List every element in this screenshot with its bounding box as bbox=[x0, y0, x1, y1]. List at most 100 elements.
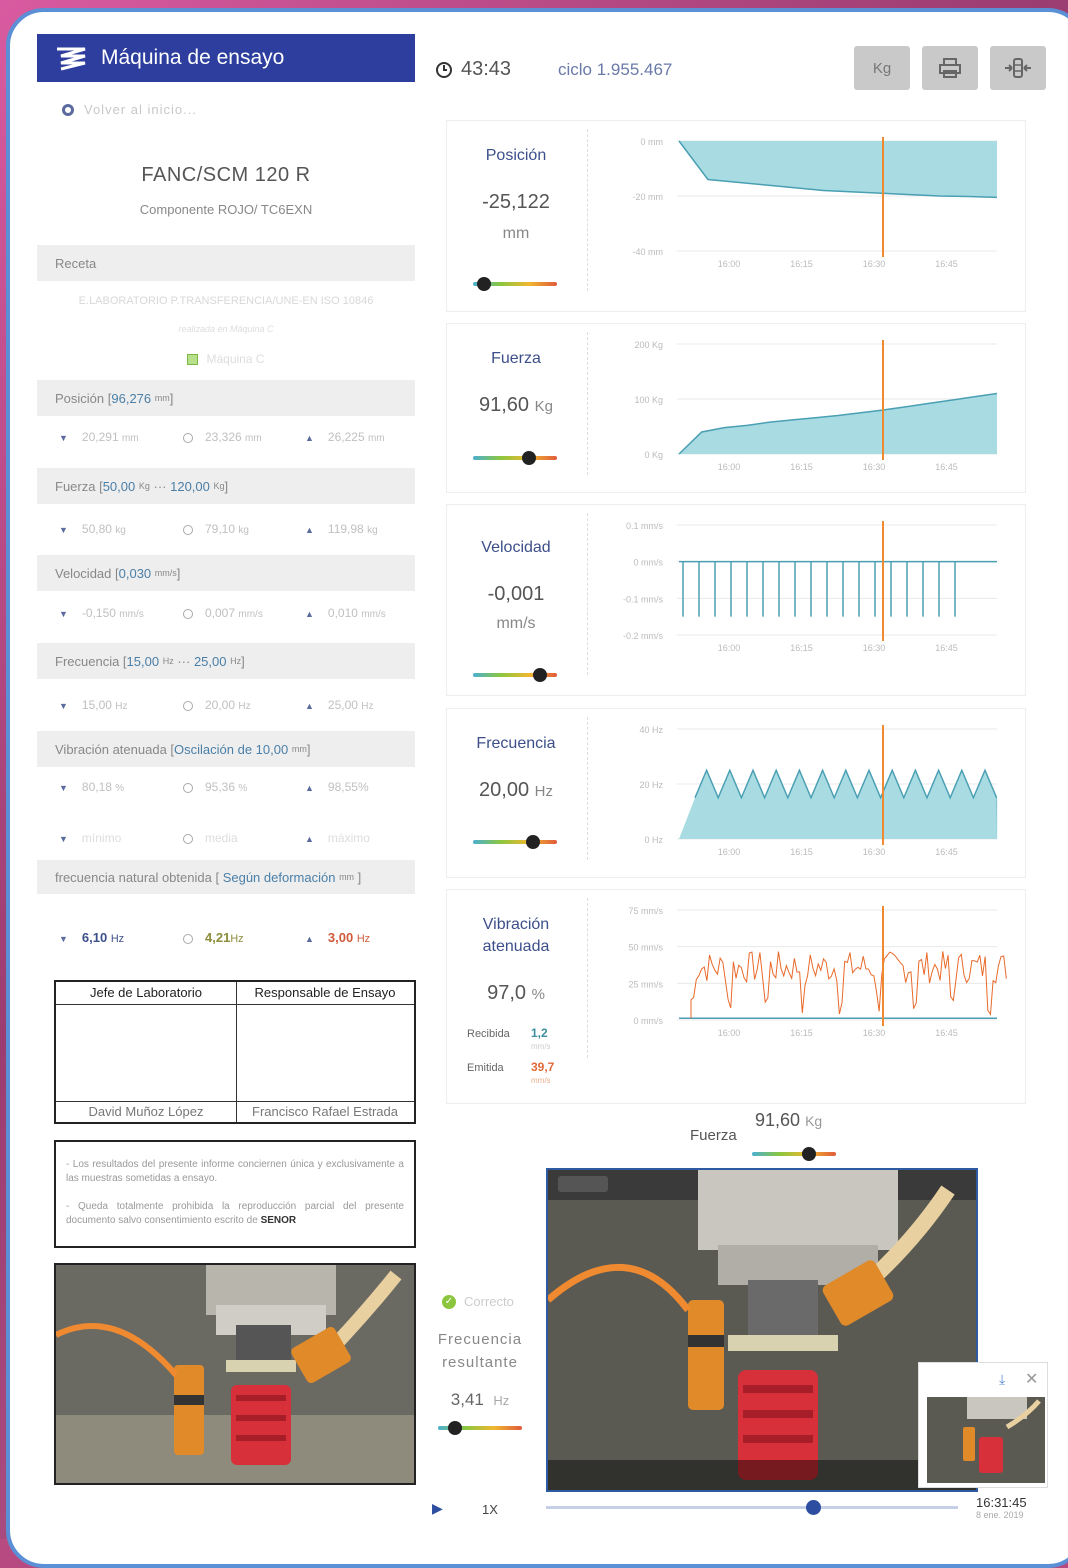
back-to-home-link[interactable]: Volver al inicio... bbox=[62, 102, 197, 117]
param-value-max: 120,00 bbox=[170, 478, 210, 494]
param-value: 15,00 bbox=[126, 653, 160, 669]
component-name: Componente ROJO/ TC6EXN bbox=[139, 202, 313, 217]
panel-unit: % bbox=[531, 986, 545, 1003]
param-title: Vibración atenuada bbox=[55, 741, 167, 757]
y-tick-label: 40 Hz bbox=[639, 725, 663, 735]
up-arrow-icon: ▲ bbox=[305, 701, 314, 711]
param-unit: mm bbox=[154, 393, 170, 403]
panel-label-line1: Vibración bbox=[482, 916, 550, 933]
fuerza-live-value: 91,60 Kg bbox=[755, 1110, 822, 1131]
spring-adjust-icon bbox=[1005, 58, 1031, 78]
panel-unit: mm/s bbox=[496, 615, 536, 632]
stat-max: 98,55% bbox=[327, 780, 369, 794]
emitted-series-line bbox=[690, 951, 1007, 1019]
stat-min: 80,18 bbox=[81, 780, 112, 794]
down-arrow-icon: ▼ bbox=[59, 433, 68, 443]
test-settings-button[interactable] bbox=[990, 46, 1046, 90]
y-tick-label: -40 mm bbox=[632, 247, 663, 257]
up-arrow-icon: ▲ bbox=[305, 609, 314, 619]
y-tick-label: 0 mm/s bbox=[633, 558, 663, 568]
x-tick-label: 16:15 bbox=[790, 847, 813, 857]
up-arrow-icon: ▲ bbox=[305, 834, 314, 844]
snapshot-thumbnail[interactable]: ⤓ ✕ bbox=[918, 1362, 1048, 1488]
receta-header: Receta bbox=[37, 245, 415, 281]
panel-fuerza: Fuerza 91,60 Kg 200 Kg 100 Kg 0 Kg 16:00 16:… bbox=[446, 323, 1026, 493]
resultant-frequency-number: 3,41 bbox=[450, 1390, 484, 1409]
panel-value-row: 20,00 Hz bbox=[447, 779, 585, 802]
natural-hz: Hz bbox=[356, 933, 371, 945]
stat-min: 15,00 bbox=[81, 698, 112, 712]
status-label: Correcto bbox=[464, 1294, 514, 1309]
check-icon: ✓ bbox=[442, 1294, 456, 1309]
stat-unit: kg bbox=[367, 525, 378, 536]
y-tick-label: 25 mm/s bbox=[628, 979, 663, 989]
average-icon bbox=[183, 524, 193, 535]
fuerza-live-slider[interactable] bbox=[752, 1147, 836, 1161]
slider-knob[interactable] bbox=[448, 1421, 462, 1435]
y-tick-label: -0.1 mm/s bbox=[623, 594, 664, 604]
down-arrow-icon: ▼ bbox=[59, 525, 68, 535]
panel-value: 20,00 bbox=[479, 779, 530, 801]
stat-avg: 95,36 bbox=[205, 780, 236, 794]
resultant-frequency-slider[interactable] bbox=[438, 1421, 522, 1435]
average-icon bbox=[183, 608, 193, 619]
playback-speed[interactable]: 1X bbox=[482, 1502, 498, 1517]
unit-button[interactable]: Kg bbox=[854, 46, 910, 90]
panel-value: -0,001 bbox=[487, 583, 545, 605]
up-arrow-icon: ▲ bbox=[305, 433, 314, 443]
x-tick-label: 16:30 bbox=[863, 462, 886, 472]
playback-date: 8 ene. 2019 bbox=[976, 1510, 1024, 1520]
natural-title: frecuencia natural obtenida bbox=[55, 869, 212, 885]
slider-knob[interactable] bbox=[522, 451, 536, 465]
stat-avg: 23,326 bbox=[205, 430, 242, 444]
resultant-frequency-value: 3,41 Hz bbox=[430, 1390, 530, 1410]
slider-knob[interactable] bbox=[525, 835, 540, 849]
velocity-slider[interactable] bbox=[473, 668, 557, 682]
resultant-frequency-unit: Hz bbox=[493, 1393, 510, 1408]
timeline-knob[interactable] bbox=[806, 1500, 821, 1515]
slider-knob[interactable] bbox=[802, 1147, 816, 1161]
series-area bbox=[679, 393, 997, 454]
live-video-drawing bbox=[548, 1170, 976, 1490]
param-title: Fuerza bbox=[55, 478, 96, 494]
download-icon[interactable]: ⤓ bbox=[999, 1371, 1005, 1388]
resultant-frequency-label-1: Frecuencia bbox=[437, 1331, 523, 1348]
slider-knob[interactable] bbox=[476, 277, 491, 291]
specimen-photo-drawing bbox=[56, 1265, 414, 1483]
force-slider[interactable] bbox=[473, 451, 557, 465]
stat-unit: Hz bbox=[361, 701, 374, 712]
x-tick-label: 16:00 bbox=[718, 259, 741, 269]
param-header-posicion: Posición [96,276 mm] bbox=[37, 380, 415, 416]
x-tick-label: 16:45 bbox=[935, 462, 958, 472]
position-slider[interactable] bbox=[473, 277, 557, 291]
signature-right-name: Francisco Rafael Estrada bbox=[236, 1101, 414, 1122]
slider-knob[interactable] bbox=[532, 668, 547, 682]
param-unit: Kg bbox=[213, 481, 225, 491]
param-title: Velocidad bbox=[55, 565, 112, 581]
natural-unit: mm bbox=[339, 872, 355, 882]
play-button[interactable]: ▶ bbox=[432, 1500, 443, 1517]
param-header-fuerza: Fuerza [50,00 Kg ··· 120,00 Kg] bbox=[37, 468, 415, 504]
panel-velocidad: Velocidad -0,001 mm/s 0.1 mm/s 0 mm/s -0.1… bbox=[446, 504, 1026, 696]
y-tick-label: 200 Kg bbox=[634, 340, 663, 350]
signature-left-name: David Muñoz López bbox=[56, 1101, 236, 1122]
receta-label: Receta bbox=[55, 255, 97, 271]
signature-right-title: Responsable de Ensayo bbox=[236, 982, 414, 1005]
param-header-vibracion: Vibración atenuada [Oscilación de 10,00 … bbox=[37, 731, 415, 767]
panel-value: 91,60 bbox=[479, 394, 530, 416]
print-button[interactable] bbox=[922, 46, 978, 90]
resultant-frequency-label-2: resultante bbox=[442, 1354, 518, 1371]
panel-frecuencia: Frecuencia 20,00 Hz 40 Hz 20 Hz 0 Hz 16:00 1… bbox=[446, 708, 1026, 878]
unit-button-label: Kg bbox=[872, 59, 892, 77]
panel-value-row: 91,60 Kg bbox=[447, 394, 585, 417]
live-video[interactable] bbox=[546, 1168, 978, 1492]
stat-unit: kg bbox=[115, 525, 126, 536]
playback-timeline[interactable] bbox=[546, 1500, 958, 1515]
legal-note-2-text: - Queda totalmente prohibida la reproduc… bbox=[66, 1201, 404, 1226]
param-value-max: 25,00 bbox=[193, 653, 227, 669]
emitida-value: 39,7 bbox=[531, 1060, 555, 1074]
stat-unit: % bbox=[115, 783, 125, 794]
close-icon[interactable]: ✕ bbox=[1025, 1369, 1038, 1389]
x-tick-label: 16:15 bbox=[790, 643, 813, 653]
frequency-slider[interactable] bbox=[473, 835, 557, 849]
